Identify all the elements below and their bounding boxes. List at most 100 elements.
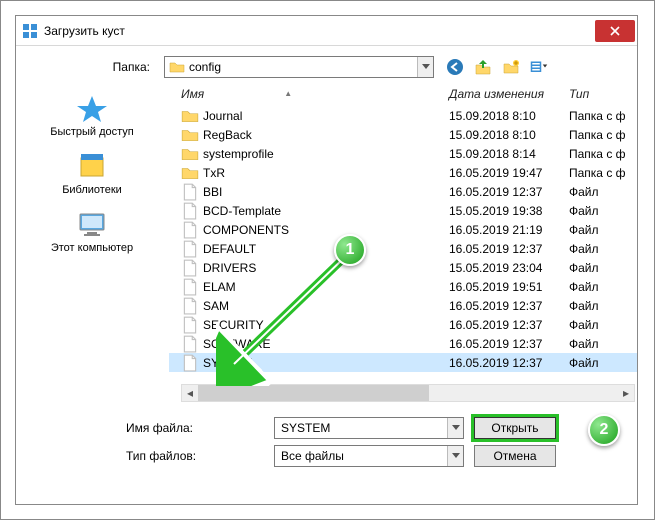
back-icon[interactable] — [446, 58, 464, 76]
file-row[interactable]: SAM16.05.2019 12:37Файл — [169, 296, 637, 315]
file-type: Файл — [569, 337, 629, 351]
file-row[interactable]: DEFAULT16.05.2019 12:37Файл — [169, 239, 637, 258]
window-title: Загрузить куст — [44, 23, 125, 38]
file-date: 16.05.2019 21:19 — [449, 223, 569, 237]
file-type: Файл — [569, 223, 629, 237]
file-name: DRIVERS — [203, 261, 449, 275]
filetype-field[interactable]: Все файлы — [274, 445, 464, 467]
column-headers[interactable]: Имя▲ Дата изменения Тип — [169, 84, 637, 106]
annotation-badge-2: 2 — [588, 414, 620, 446]
file-row[interactable]: DRIVERS15.05.2019 23:04Файл — [169, 258, 637, 277]
folder-icon — [169, 59, 185, 75]
file-date: 15.09.2018 8:10 — [449, 128, 569, 142]
sidebar-item-quickaccess[interactable]: Быстрый доступ — [50, 88, 134, 144]
file-name: SYSTEM — [203, 356, 449, 370]
cancel-button[interactable]: Отмена — [474, 445, 556, 467]
places-sidebar: Быстрый доступ Библиотеки Этот компьютер — [16, 84, 168, 402]
file-icon — [181, 298, 199, 314]
file-row[interactable]: ELAM16.05.2019 19:51Файл — [169, 277, 637, 296]
file-icon — [181, 241, 199, 257]
filetype-value: Все файлы — [281, 449, 344, 463]
close-button[interactable] — [595, 20, 635, 42]
file-type: Файл — [569, 318, 629, 332]
file-name: TxR — [203, 166, 449, 180]
libraries-icon — [75, 152, 109, 182]
file-type: Файл — [569, 280, 629, 294]
star-icon — [75, 94, 109, 124]
file-row[interactable]: TxR16.05.2019 19:47Папка с ф — [169, 163, 637, 182]
file-name: Journal — [203, 109, 449, 123]
file-row[interactable]: BBI16.05.2019 12:37Файл — [169, 182, 637, 201]
horizontal-scrollbar[interactable]: ◂ ▸ — [181, 384, 635, 402]
new-folder-icon[interactable] — [502, 58, 520, 76]
sidebar-label: Библиотеки — [62, 184, 122, 196]
file-name: SECURITY — [203, 318, 449, 332]
folder-dropdown[interactable]: config — [164, 56, 434, 78]
annotation-badge-1: 1 — [334, 234, 366, 266]
file-list: Journal15.09.2018 8:10Папка с фRegBack15… — [169, 106, 637, 382]
file-type: Файл — [569, 261, 629, 275]
file-icon — [181, 222, 199, 238]
up-folder-icon[interactable] — [474, 58, 492, 76]
file-row[interactable]: SYSTEM16.05.2019 12:37Файл — [169, 353, 637, 372]
file-row[interactable]: SECURITY16.05.2019 12:37Файл — [169, 315, 637, 334]
file-date: 16.05.2019 12:37 — [449, 185, 569, 199]
file-name: BBI — [203, 185, 449, 199]
folder-icon — [181, 108, 199, 124]
sidebar-label: Быстрый доступ — [50, 126, 134, 138]
sidebar-item-computer[interactable]: Этот компьютер — [51, 204, 133, 260]
file-date: 16.05.2019 12:37 — [449, 318, 569, 332]
filename-field[interactable]: SYSTEM — [274, 417, 464, 439]
col-type: Тип — [569, 87, 629, 101]
file-row[interactable]: COMPONENTS16.05.2019 21:19Файл — [169, 220, 637, 239]
folder-label: Папка: — [26, 60, 156, 74]
file-date: 15.09.2018 8:14 — [449, 147, 569, 161]
file-name: SAM — [203, 299, 449, 313]
filename-label: Имя файла: — [26, 421, 264, 435]
file-name: COMPONENTS — [203, 223, 449, 237]
title-bar: Загрузить куст — [16, 16, 637, 46]
file-date: 16.05.2019 19:47 — [449, 166, 569, 180]
file-type: Файл — [569, 356, 629, 370]
file-type: Папка с ф — [569, 109, 629, 123]
file-date: 16.05.2019 12:37 — [449, 299, 569, 313]
file-date: 15.05.2019 19:38 — [449, 204, 569, 218]
file-icon — [181, 317, 199, 333]
sidebar-label: Этот компьютер — [51, 242, 133, 254]
file-type: Файл — [569, 299, 629, 313]
file-row[interactable]: SOFTWARE16.05.2019 12:37Файл — [169, 334, 637, 353]
file-icon — [181, 355, 199, 371]
open-button[interactable]: Открыть — [474, 417, 556, 439]
file-row[interactable]: RegBack15.09.2018 8:10Папка с ф — [169, 125, 637, 144]
scroll-right-icon[interactable]: ▸ — [618, 385, 634, 401]
file-name: ELAM — [203, 280, 449, 294]
file-row[interactable]: BCD-Template15.05.2019 19:38Файл — [169, 201, 637, 220]
file-name: BCD-Template — [203, 204, 449, 218]
sidebar-item-libraries[interactable]: Библиотеки — [62, 146, 122, 202]
view-menu-icon[interactable] — [530, 58, 548, 76]
file-icon — [181, 260, 199, 276]
scroll-thumb[interactable] — [198, 385, 429, 401]
file-row[interactable]: Journal15.09.2018 8:10Папка с ф — [169, 106, 637, 125]
folder-icon — [181, 146, 199, 162]
file-date: 15.05.2019 23:04 — [449, 261, 569, 275]
file-icon — [181, 184, 199, 200]
file-type: Файл — [569, 185, 629, 199]
file-type: Папка с ф — [569, 147, 629, 161]
file-date: 16.05.2019 12:37 — [449, 356, 569, 370]
file-date: 16.05.2019 19:51 — [449, 280, 569, 294]
col-name: Имя — [181, 87, 204, 101]
file-icon — [181, 336, 199, 352]
file-row[interactable]: systemprofile15.09.2018 8:14Папка с ф — [169, 144, 637, 163]
file-type: Файл — [569, 242, 629, 256]
folder-icon — [181, 127, 199, 143]
file-type: Папка с ф — [569, 128, 629, 142]
file-date: 16.05.2019 12:37 — [449, 242, 569, 256]
file-date: 16.05.2019 12:37 — [449, 337, 569, 351]
filename-value: SYSTEM — [281, 421, 330, 435]
chevron-down-icon — [417, 57, 433, 77]
chevron-down-icon — [447, 446, 463, 466]
scroll-left-icon[interactable]: ◂ — [182, 385, 198, 401]
file-icon — [181, 203, 199, 219]
file-name: RegBack — [203, 128, 449, 142]
